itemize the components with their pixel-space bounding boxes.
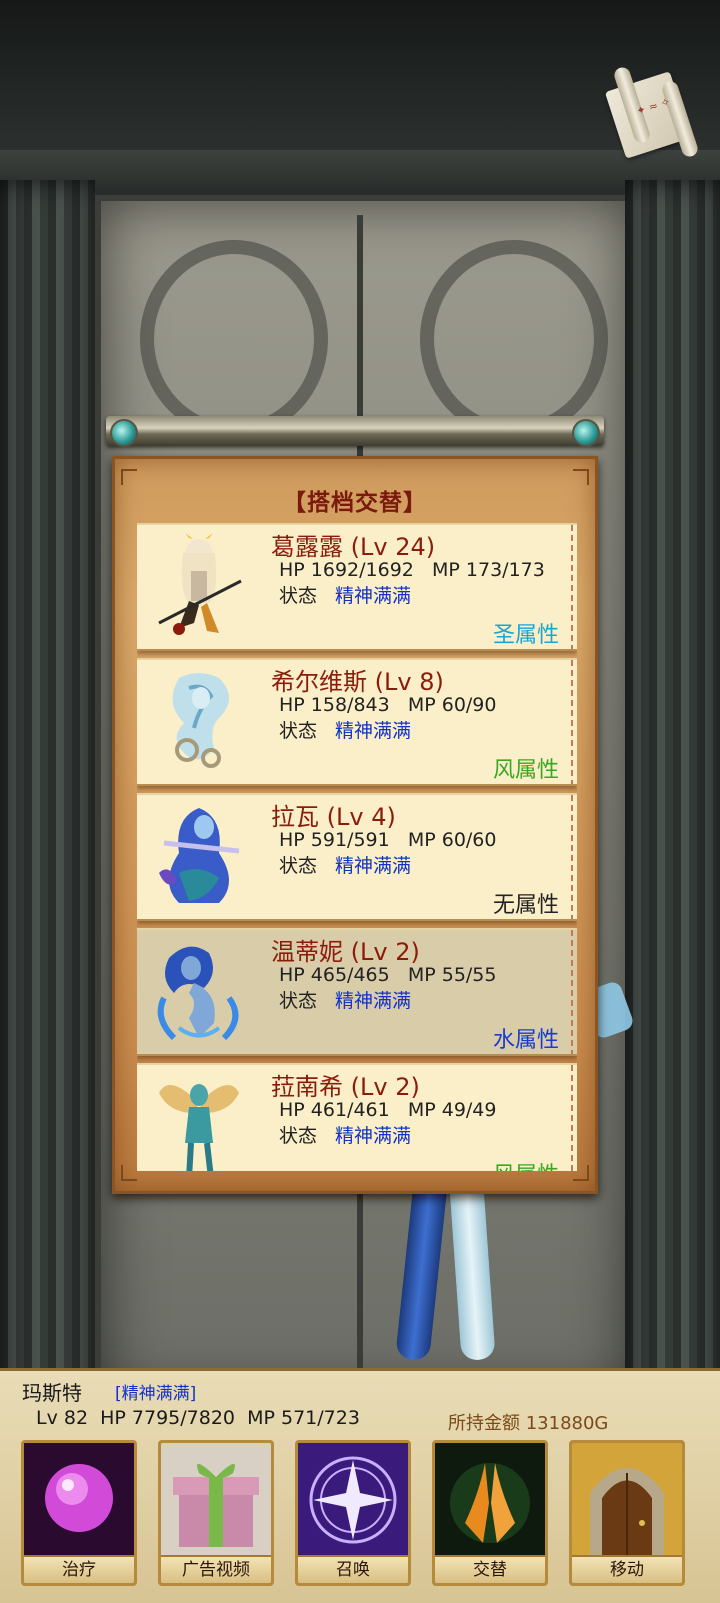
player-stats: Lv 82 HP 7795/7820 MP 571/723 <box>36 1407 360 1429</box>
scroll-log-icon[interactable]: ✦ ≈ ✧ <box>604 62 700 162</box>
partner-name: 拉瓦 (Lv 4) <box>271 803 396 831</box>
summon-circle-icon <box>298 1443 408 1557</box>
partner-stats: HP 461/461 MP 49/49 <box>279 1099 497 1121</box>
scroll-rod <box>106 416 604 447</box>
ram-carving-right <box>420 240 608 438</box>
ad-video-button[interactable]: 广告视频 <box>158 1440 274 1586</box>
move-label: 移动 <box>572 1555 682 1583</box>
gift-box-icon <box>161 1443 271 1557</box>
partner-stats: HP 158/843 MP 60/90 <box>279 694 497 716</box>
partner-name: 葛露露 (Lv 24) <box>271 533 436 561</box>
state-label: 状态 <box>279 990 318 1012</box>
partner-card[interactable]: 希尔维斯 (Lv 8) HP 158/843 MP 60/90 状态 精神满满 … <box>137 658 577 786</box>
partner-state: 精神满满 <box>335 855 412 877</box>
partner-name: 菈南希 (Lv 2) <box>271 1073 420 1101</box>
gem-icon <box>110 419 138 447</box>
partner-portrait-3 <box>159 808 240 903</box>
move-button[interactable]: 移动 <box>569 1440 685 1586</box>
partner-attribute: 水属性 <box>492 1028 559 1053</box>
state-label: 状态 <box>279 1125 318 1147</box>
partner-portrait-4 <box>157 946 239 1041</box>
partner-card[interactable]: 菈南希 (Lv 2) HP 461/461 MP 49/49 状态 精神满满 风… <box>137 1063 577 1171</box>
partner-state: 精神满满 <box>335 585 412 607</box>
state-label: 状态 <box>279 720 318 742</box>
partner-state: 精神满满 <box>335 1125 412 1147</box>
heal-button[interactable]: 治疗 <box>21 1440 137 1586</box>
ad-video-label: 广告视频 <box>161 1555 271 1583</box>
partner-state: 精神满满 <box>335 720 412 742</box>
heal-label: 治疗 <box>24 1555 134 1583</box>
partner-switch-dialog: 【搭档交替】 葛露露 (Lv 24) HP 1692/1692 MP 173/1… <box>112 456 598 1194</box>
partner-state: 精神满满 <box>335 990 412 1012</box>
praying-hands-icon <box>435 1443 545 1557</box>
partner-portrait-2 <box>172 673 229 768</box>
partner-stats: HP 465/465 MP 55/55 <box>279 964 497 986</box>
gem-icon <box>572 419 600 447</box>
partner-card[interactable]: 温蒂妮 (Lv 2) HP 465/465 MP 55/55 状态 精神满满 水… <box>137 928 577 1056</box>
gold-amount: 所持金额 131880G <box>448 1413 609 1434</box>
partner-name: 希尔维斯 (Lv 8) <box>271 668 444 696</box>
partner-attribute: 无属性 <box>492 893 559 918</box>
player-state: [精神满满] <box>115 1384 197 1404</box>
partner-attribute: 圣属性 <box>492 623 559 648</box>
partner-attribute: 风属性 <box>492 758 559 783</box>
partner-portrait-5 <box>159 1084 239 1171</box>
door-icon <box>572 1443 682 1557</box>
summon-label: 召唤 <box>298 1555 408 1583</box>
partner-list[interactable]: 葛露露 (Lv 24) HP 1692/1692 MP 173/173 状态 精… <box>137 523 577 1171</box>
switch-button[interactable]: 交替 <box>432 1440 548 1586</box>
partner-portrait-1 <box>158 533 242 635</box>
player-name: 玛斯特 <box>22 1381 82 1405</box>
character-legs <box>385 1168 505 1370</box>
partner-name: 温蒂妮 (Lv 2) <box>271 938 420 966</box>
switch-label: 交替 <box>435 1555 545 1583</box>
state-label: 状态 <box>279 855 318 877</box>
partner-stats: HP 1692/1692 MP 173/173 <box>279 559 545 581</box>
magic-orb-icon <box>24 1443 134 1557</box>
ram-carving-left <box>140 240 328 438</box>
partner-card[interactable]: 葛露露 (Lv 24) HP 1692/1692 MP 173/173 状态 精… <box>137 523 577 651</box>
partner-attribute: 风属性 <box>493 1157 559 1171</box>
partner-card[interactable]: 拉瓦 (Lv 4) HP 591/591 MP 60/60 状态 精神满满 无属… <box>137 793 577 921</box>
partner-stats: HP 591/591 MP 60/60 <box>279 829 497 851</box>
state-label: 状态 <box>279 585 318 607</box>
dialog-title: 【搭档交替】 <box>283 490 427 516</box>
action-bar: 治疗 广告视频 召唤 交替 移动 <box>0 1440 720 1590</box>
summon-button[interactable]: 召唤 <box>295 1440 411 1586</box>
